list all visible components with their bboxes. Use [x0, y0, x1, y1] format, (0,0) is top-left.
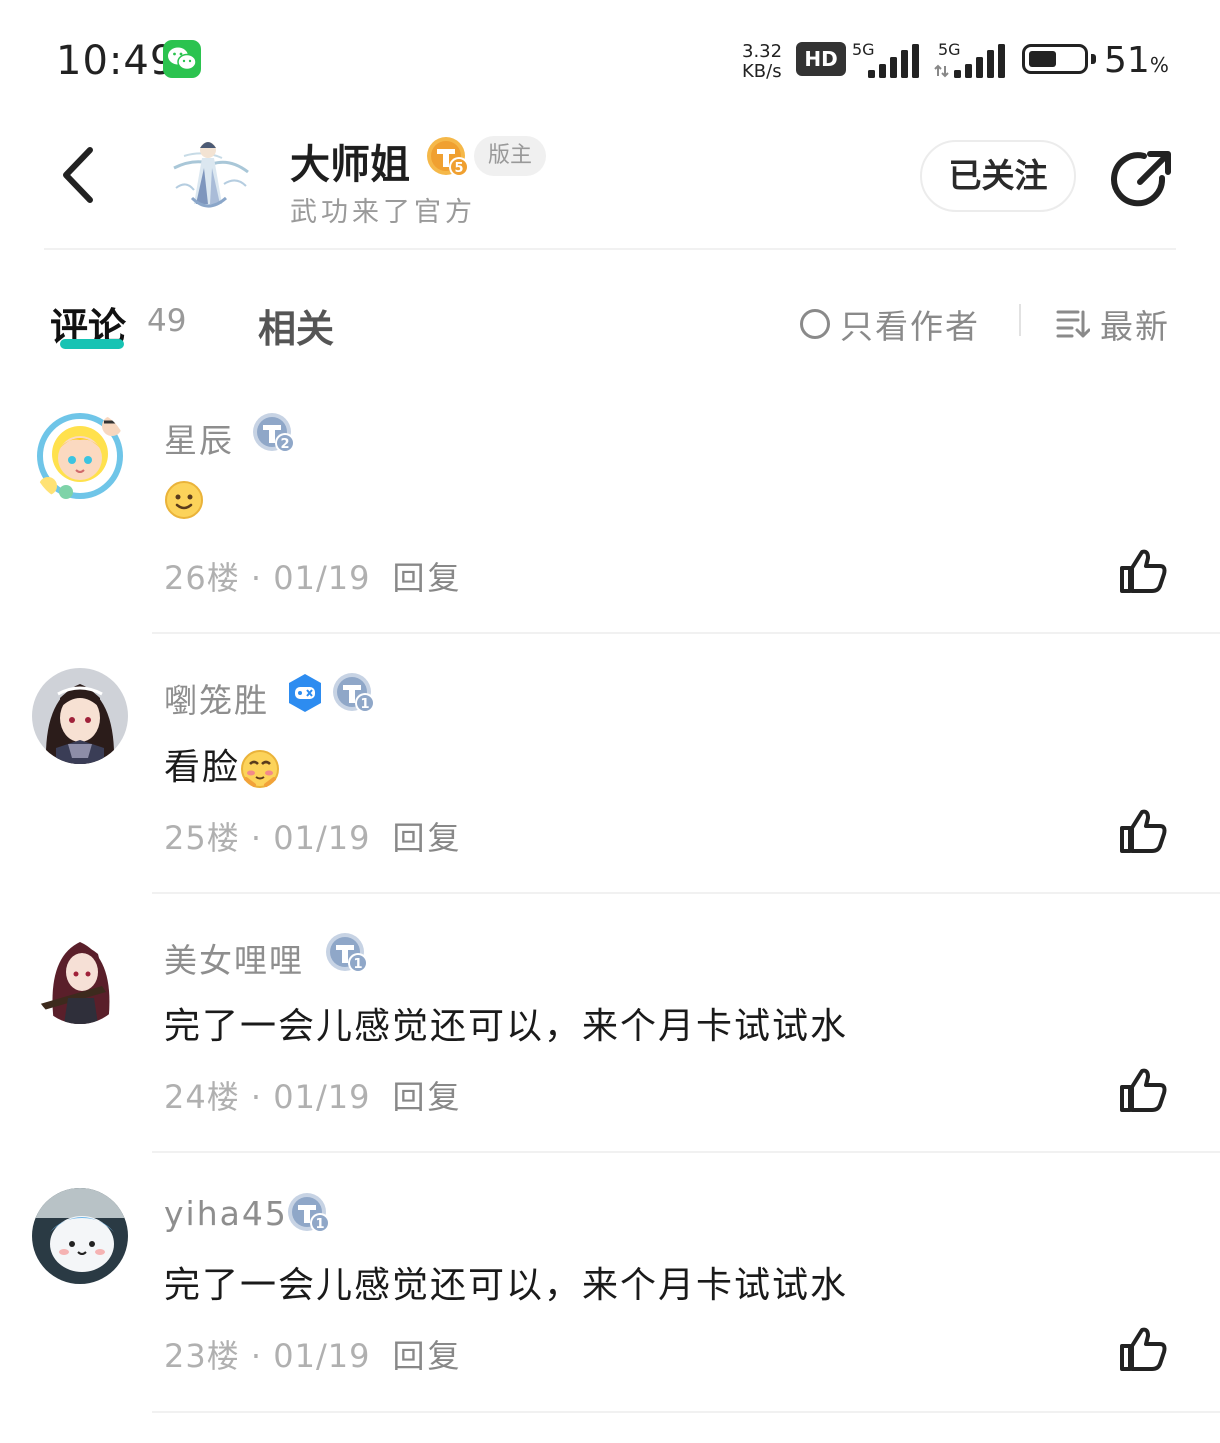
commenter-avatar[interactable] — [32, 408, 128, 504]
comment-text: 看脸 — [164, 738, 280, 790]
author-level-badge-icon: 5 — [427, 137, 468, 177]
only-author-toggle[interactable]: 只看作者 — [800, 300, 980, 348]
battery-icon — [1022, 44, 1088, 74]
net-speed: 3.32 KB/s — [742, 42, 782, 82]
hd-label: HD — [804, 47, 838, 71]
comment-floor: 25楼 — [164, 819, 240, 857]
commenter-avatar[interactable] — [32, 928, 128, 1024]
like-thumb-icon[interactable] — [1118, 1326, 1168, 1372]
blush-emoji-icon — [241, 750, 280, 788]
like-thumb-icon[interactable] — [1118, 808, 1168, 854]
reply-button[interactable]: 回复 — [392, 1337, 462, 1375]
comment-date: 01/19 — [273, 1337, 371, 1375]
reply-button[interactable]: 回复 — [392, 559, 462, 597]
commenter-avatar[interactable] — [32, 1188, 128, 1284]
author-level-number: 5 — [454, 161, 463, 176]
comment-floor: 26楼 — [164, 559, 240, 597]
follow-button[interactable]: 已关注 — [920, 140, 1076, 212]
commenter-name[interactable]: 星辰 — [164, 414, 234, 462]
meta-separator: · — [250, 559, 263, 597]
user-level-number: 1 — [360, 697, 369, 712]
battery-cap — [1091, 54, 1096, 64]
comment-meta: 25楼 · 01/19 回复 — [164, 813, 462, 859]
tab-related[interactable]: 相关 — [258, 298, 334, 353]
comment-date: 01/19 — [273, 559, 371, 597]
wechat-icon — [163, 40, 201, 78]
commenter-name[interactable]: yiha45 — [164, 1194, 288, 1233]
comment-divider — [152, 1411, 1220, 1413]
gamepad-badge-icon — [289, 674, 321, 712]
comment-floor: 23楼 — [164, 1337, 240, 1375]
sort-icon — [1056, 310, 1090, 338]
like-thumb-icon[interactable] — [1118, 1067, 1168, 1113]
comment-divider — [152, 892, 1220, 894]
author-avatar[interactable] — [164, 128, 254, 218]
battery-percent-sign: % — [1149, 53, 1169, 77]
battery-percent-value: 51 — [1104, 40, 1150, 81]
moderator-tag: 版主 — [474, 136, 547, 176]
hd-voice-icon: HD — [796, 42, 846, 76]
commenter-name[interactable]: 嚠笼胜 — [164, 674, 269, 722]
commenter-name[interactable]: 美女哩哩 — [164, 934, 304, 982]
reply-button[interactable]: 回复 — [392, 1078, 462, 1116]
comment-divider — [152, 1151, 1220, 1153]
filter-separator — [1019, 304, 1021, 336]
only-author-label: 只看作者 — [840, 307, 980, 346]
comment-text: 完了一会儿感觉还可以，来个月卡试试水 — [164, 1265, 849, 1306]
comment-date: 01/19 — [273, 819, 371, 857]
radio-circle-icon — [800, 309, 830, 339]
signal-strength-icon — [868, 44, 919, 78]
meta-separator: · — [250, 819, 263, 857]
back-icon[interactable] — [58, 146, 98, 204]
comment-floor: 24楼 — [164, 1078, 240, 1116]
comment-text: 完了一会儿感觉还可以，来个月卡试试水 — [164, 1006, 849, 1047]
user-level-badge-icon: 1 — [288, 1193, 329, 1233]
comment-date: 01/19 — [273, 1078, 371, 1116]
signal-strength-icon-2 — [934, 44, 1005, 78]
net-speed-value: 3.32 — [742, 41, 783, 62]
battery-percent: 51% — [1104, 40, 1169, 81]
user-level-badge-icon: 1 — [333, 673, 374, 713]
status-time: 10:49 — [56, 38, 177, 84]
author-subtitle: 武功来了官方 — [290, 197, 476, 228]
smile-emoji-icon — [165, 481, 203, 519]
user-level-number: 1 — [315, 1217, 324, 1232]
comment-meta: 26楼 · 01/19 回复 — [164, 553, 462, 599]
tab-active-indicator — [60, 339, 124, 349]
header-divider — [44, 248, 1176, 250]
meta-separator: · — [250, 1337, 263, 1375]
commenter-avatar[interactable] — [32, 668, 128, 764]
comment-divider — [152, 632, 1220, 634]
comment-meta: 23楼 · 01/19 回复 — [164, 1331, 462, 1377]
net-speed-unit: KB/s — [742, 61, 782, 82]
user-level-number: 2 — [280, 437, 289, 452]
share-icon[interactable] — [1110, 148, 1174, 212]
sort-toggle[interactable]: 最新 — [1056, 300, 1170, 348]
reply-button[interactable]: 回复 — [392, 819, 462, 857]
comment-meta: 24楼 · 01/19 回复 — [164, 1072, 462, 1118]
sort-label: 最新 — [1100, 307, 1170, 346]
like-thumb-icon[interactable] — [1118, 548, 1168, 594]
user-level-number: 1 — [353, 957, 362, 972]
tab-comments-count: 49 — [147, 303, 187, 339]
user-level-badge-icon: 2 — [253, 413, 294, 453]
user-level-badge-icon: 1 — [326, 933, 367, 973]
meta-separator: · — [250, 1078, 263, 1116]
comment-text-content: 看脸 — [164, 747, 241, 788]
author-name[interactable]: 大师姐 — [290, 132, 410, 190]
